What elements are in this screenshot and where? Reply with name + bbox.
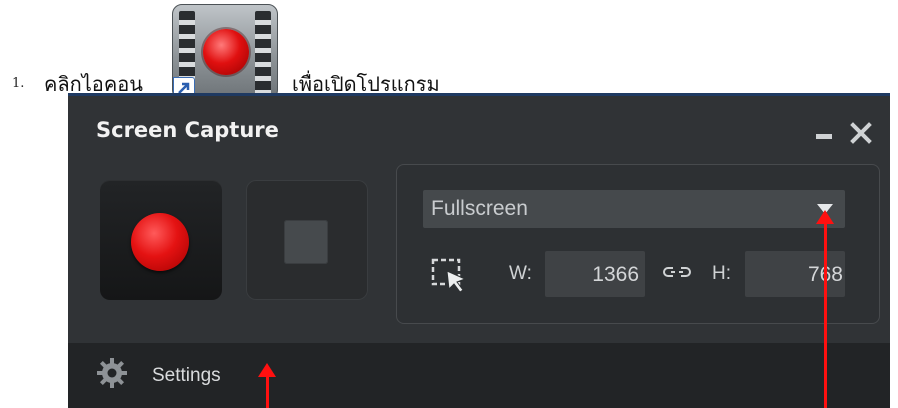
annotation-arrow-mode-head <box>816 210 834 224</box>
settings-button[interactable]: Settings <box>96 357 256 389</box>
width-input[interactable]: 1366 <box>545 251 645 297</box>
window-title: Screen Capture <box>96 118 279 142</box>
record-button[interactable] <box>100 180 222 300</box>
region-select-icon[interactable] <box>429 255 469 295</box>
height-label: H: <box>712 263 731 284</box>
gear-icon <box>97 358 127 388</box>
record-icon <box>131 213 189 271</box>
link-icon[interactable] <box>661 262 693 282</box>
film-strip-icon <box>255 11 271 95</box>
settings-label: Settings <box>152 365 221 386</box>
screen-capture-app-icon[interactable] <box>172 4 278 100</box>
capture-settings-panel: Fullscreen W: 1366 H: 768 <box>396 164 880 324</box>
step-number: 1. <box>12 76 25 91</box>
stop-icon <box>284 220 328 264</box>
width-label: W: <box>509 263 532 284</box>
capture-mode-value: Fullscreen <box>431 197 528 220</box>
close-icon[interactable] <box>848 120 874 146</box>
annotation-arrow-settings-head <box>258 363 276 377</box>
page: 1. คลิกไอคอน เพื่อเปิดโปรแกรม Screen Cap… <box>0 0 898 408</box>
stop-button[interactable] <box>246 180 368 300</box>
record-dot-icon <box>203 29 249 75</box>
annotation-arrow-settings-shaft <box>266 375 269 408</box>
capture-mode-dropdown[interactable]: Fullscreen <box>423 190 845 228</box>
minimize-icon[interactable] <box>816 134 832 139</box>
screen-capture-window: Screen Capture Fullscreen W: 1366 H: Set… <box>68 93 890 408</box>
height-input[interactable]: 768 <box>745 251 845 297</box>
annotation-arrow-mode-shaft <box>824 222 827 408</box>
window-footer: Settings <box>68 343 890 408</box>
